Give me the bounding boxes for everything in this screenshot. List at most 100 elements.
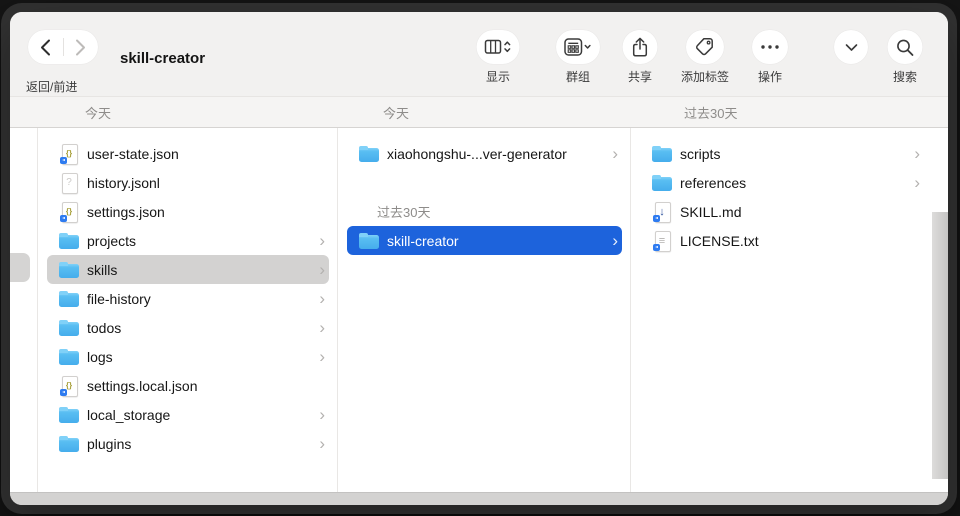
add-tags-button[interactable]: 添加标签	[681, 30, 729, 82]
forward-button[interactable]	[64, 39, 99, 56]
chevron-right-icon: ›	[914, 145, 920, 162]
json-file-icon: {}	[59, 201, 79, 222]
chevron-right-icon: ›	[319, 290, 325, 307]
json-file-icon: {}	[59, 375, 79, 396]
file-row[interactable]: projects ›	[47, 226, 329, 255]
alias-badge-icon	[60, 215, 67, 222]
file-row[interactable]: ≡ LICENSE.txt ›	[640, 226, 924, 255]
file-name: file-history	[87, 291, 319, 307]
nav-buttons	[28, 30, 98, 64]
chevron-left-icon	[40, 39, 51, 56]
back-button[interactable]	[28, 39, 63, 56]
file-row[interactable]: scripts ›	[640, 139, 924, 168]
finder-window: 返回/前进 skill-creator 显示 群组 共享	[10, 12, 948, 505]
group-header-today-col2: 今天	[383, 97, 409, 127]
folder-icon	[652, 143, 672, 164]
column-2: xiaohongshu-...ver-generator › 过去30天 ski…	[337, 139, 630, 255]
folder-icon	[359, 230, 379, 251]
file-row-selected[interactable]: skills ›	[47, 255, 329, 284]
chevron-right-icon: ›	[319, 319, 325, 336]
view-button-label: 显示	[486, 68, 510, 82]
file-row[interactable]: {} settings.json ›	[47, 197, 329, 226]
desktop-background: 返回/前进 skill-creator 显示 群组 共享	[0, 0, 960, 516]
file-row[interactable]: references ›	[640, 168, 924, 197]
share-button[interactable]: 共享	[623, 30, 658, 82]
actions-button-label: 操作	[758, 68, 782, 82]
folder-icon	[59, 230, 79, 251]
columns-view-icon	[477, 30, 520, 64]
tag-icon	[686, 30, 724, 64]
window-bottom-edge	[10, 492, 948, 505]
markdown-file-icon: ↓	[652, 201, 672, 222]
file-row[interactable]: xiaohongshu-...ver-generator ›	[347, 139, 622, 168]
group-header-today-col1: 今天	[85, 97, 111, 127]
window-right-edge	[932, 212, 948, 479]
file-name: settings.local.json	[87, 378, 329, 394]
file-name: user-state.json	[87, 146, 329, 162]
group-icon	[556, 30, 600, 64]
chevron-right-icon: ›	[319, 261, 325, 278]
file-row[interactable]: plugins ›	[47, 429, 329, 458]
file-name: skill-creator	[387, 233, 612, 249]
file-row[interactable]: {} user-state.json ›	[47, 139, 329, 168]
alias-badge-icon	[60, 157, 67, 164]
chevron-right-icon: ›	[319, 435, 325, 452]
file-name: todos	[87, 320, 319, 336]
file-name: projects	[87, 233, 319, 249]
toolbar: 返回/前进 skill-creator 显示 群组 共享	[10, 12, 948, 96]
file-name: logs	[87, 349, 319, 365]
folder-icon	[59, 433, 79, 454]
file-row[interactable]: local_storage ›	[47, 400, 329, 429]
file-row[interactable]: todos ›	[47, 313, 329, 342]
add-tags-button-label: 添加标签	[681, 68, 729, 82]
chevron-down-icon	[834, 30, 868, 64]
document-file-icon: ?	[59, 172, 79, 193]
file-name: scripts	[680, 146, 914, 162]
file-row[interactable]: logs ›	[47, 342, 329, 371]
chevron-right-icon: ›	[319, 348, 325, 365]
text-file-icon: ≡	[652, 230, 672, 251]
chevron-right-icon: ›	[612, 232, 618, 249]
file-name: settings.json	[87, 204, 329, 220]
folder-icon	[59, 404, 79, 425]
search-icon	[888, 30, 923, 64]
json-file-icon: {}	[59, 143, 79, 164]
file-row[interactable]: ? history.jsonl ›	[47, 168, 329, 197]
file-row[interactable]: ↓ SKILL.md ›	[640, 197, 924, 226]
file-row[interactable]: file-history ›	[47, 284, 329, 313]
actions-button[interactable]: 操作	[752, 30, 788, 82]
share-icon	[623, 30, 658, 64]
group-button-label: 群组	[566, 68, 590, 82]
column-view-content: {} user-state.json › ? history.jsonl › {…	[10, 128, 948, 492]
column-3: scripts › references › ↓ SKILL.md › ≡ LI…	[630, 139, 932, 255]
window-title: skill-creator	[120, 50, 205, 67]
file-name: skills	[87, 262, 319, 278]
folder-icon	[359, 143, 379, 164]
folder-icon	[59, 317, 79, 338]
chevron-right-icon: ›	[914, 174, 920, 191]
inline-group-header: 过去30天	[337, 197, 630, 226]
group-header-band: 今天 今天 过去30天	[10, 96, 948, 128]
toolbar-overflow-button[interactable]	[834, 30, 868, 82]
file-row[interactable]: {} settings.local.json ›	[47, 371, 329, 400]
group-button[interactable]: 群组	[556, 30, 600, 82]
file-name: history.jsonl	[87, 175, 329, 191]
ellipsis-icon	[752, 30, 788, 64]
share-button-label: 共享	[628, 68, 652, 82]
alias-badge-icon	[653, 244, 660, 251]
file-name: plugins	[87, 436, 319, 452]
view-button[interactable]: 显示	[477, 30, 520, 82]
chevron-right-icon: ›	[612, 145, 618, 162]
file-row-selected[interactable]: skill-creator ›	[347, 226, 622, 255]
file-name: xiaohongshu-...ver-generator	[387, 146, 612, 162]
chevron-right-icon: ›	[319, 232, 325, 249]
group-header-past30-col3: 过去30天	[684, 97, 737, 127]
search-button[interactable]: 搜索	[888, 30, 923, 82]
file-name: references	[680, 175, 914, 191]
previous-column-selection-sliver	[10, 253, 30, 282]
alias-badge-icon	[60, 389, 67, 396]
chevron-right-icon: ›	[319, 406, 325, 423]
file-name: SKILL.md	[680, 204, 924, 220]
folder-icon	[59, 288, 79, 309]
alias-badge-icon	[653, 215, 660, 222]
